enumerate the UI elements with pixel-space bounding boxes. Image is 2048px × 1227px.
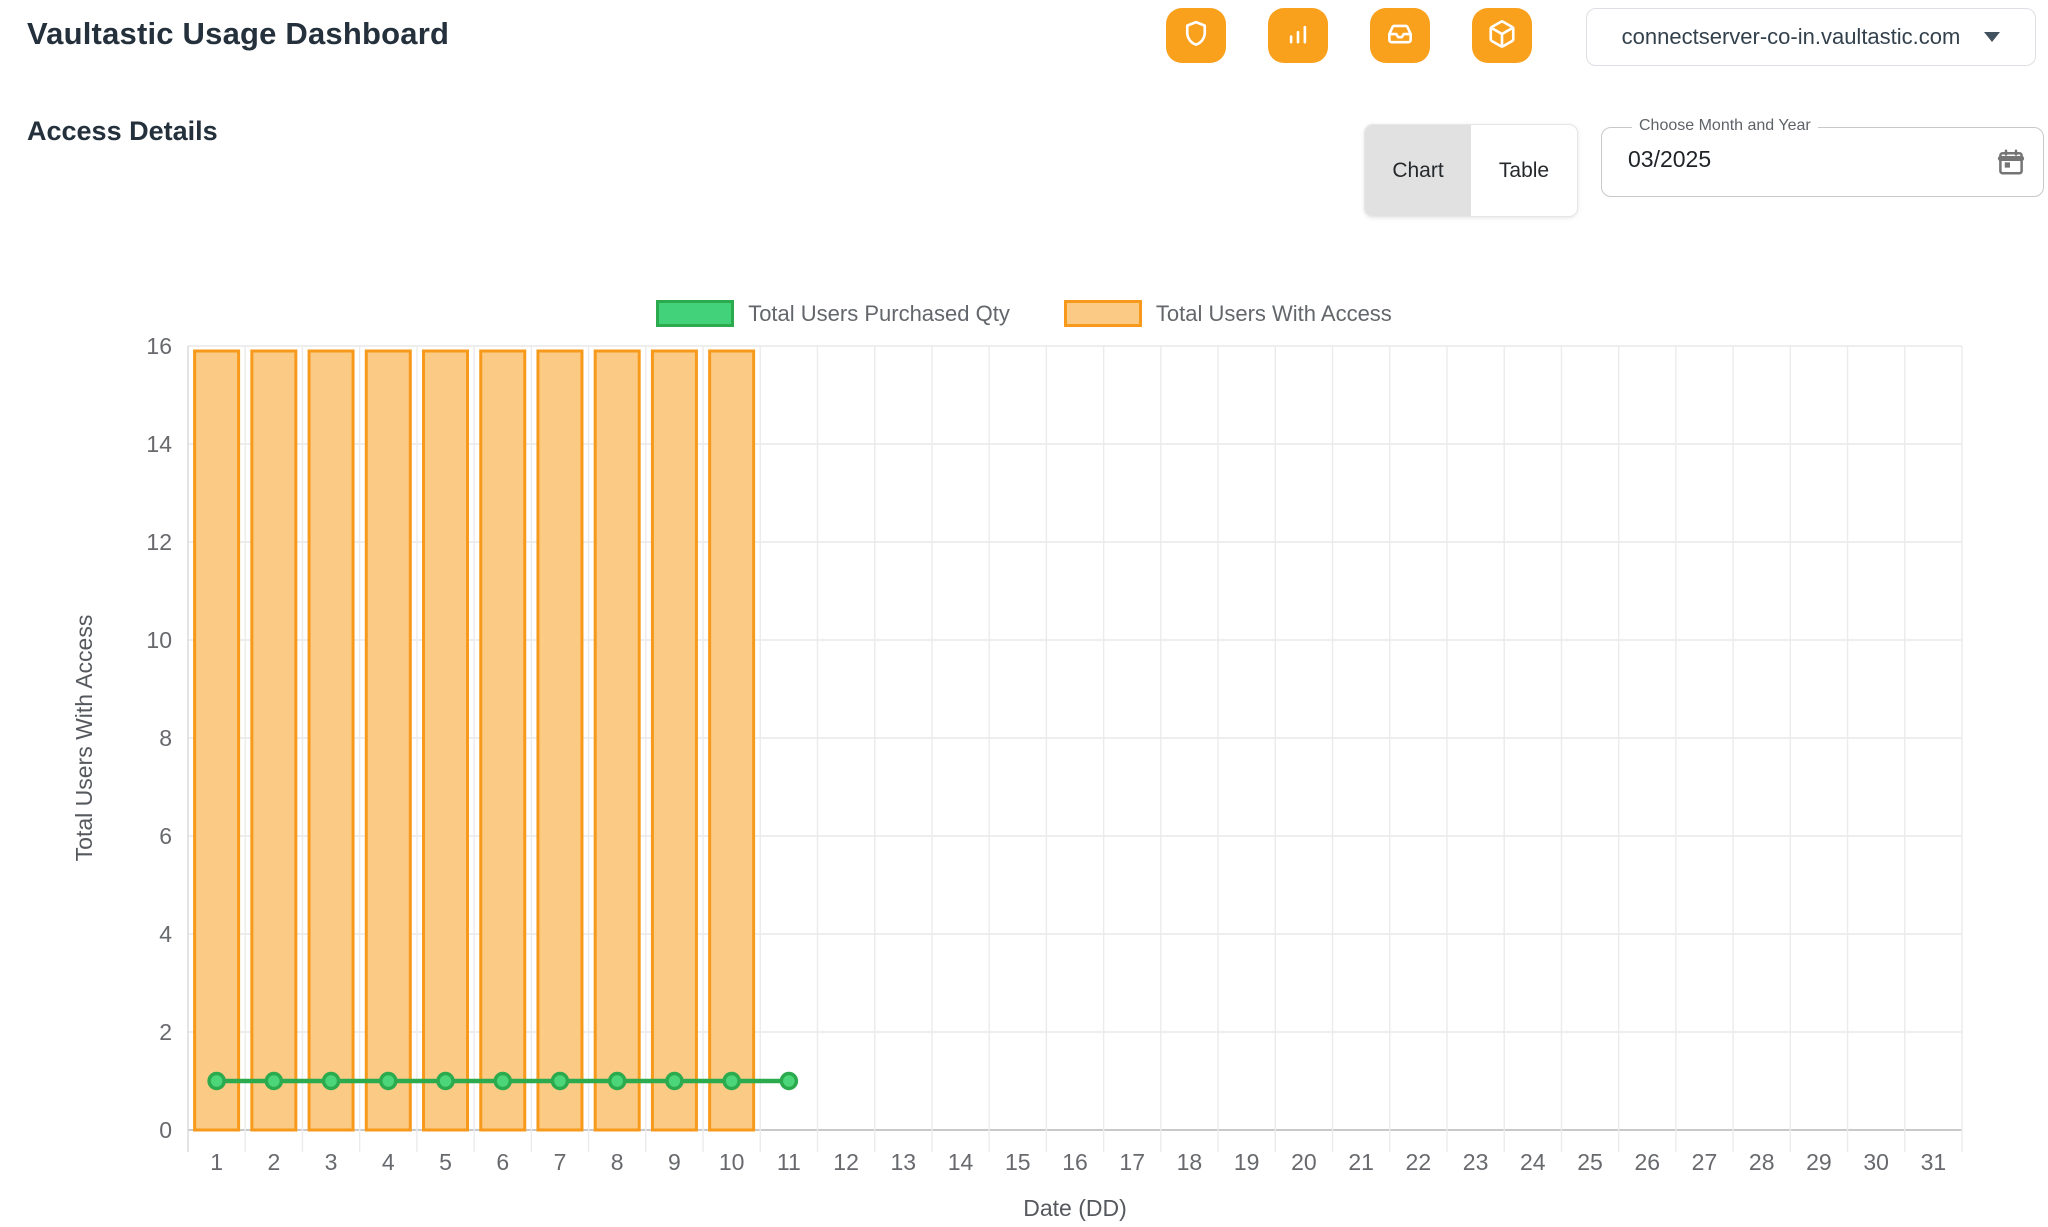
calendar-icon	[1996, 165, 2026, 180]
inbox-icon	[1385, 19, 1415, 52]
month-picker-field: Choose Month and Year	[1601, 127, 2044, 197]
svg-text:4: 4	[159, 921, 172, 947]
vaultastic-dashboard: Vaultastic Usage Dashboard	[0, 0, 2048, 1227]
svg-text:6: 6	[496, 1149, 509, 1175]
svg-text:18: 18	[1177, 1149, 1203, 1175]
svg-text:17: 17	[1119, 1149, 1145, 1175]
toggle-table-button[interactable]: Table	[1471, 125, 1577, 216]
svg-text:21: 21	[1348, 1149, 1374, 1175]
svg-text:4: 4	[382, 1149, 395, 1175]
toggle-chart-button[interactable]: Chart	[1365, 125, 1471, 216]
svg-text:2: 2	[159, 1019, 172, 1045]
domain-selector[interactable]: connectserver-co-in.vaultastic.com	[1586, 8, 2036, 66]
svg-text:19: 19	[1234, 1149, 1260, 1175]
svg-text:12: 12	[833, 1149, 859, 1175]
svg-text:27: 27	[1692, 1149, 1718, 1175]
svg-text:3: 3	[325, 1149, 338, 1175]
svg-text:14: 14	[948, 1149, 974, 1175]
svg-text:9: 9	[668, 1149, 681, 1175]
bar-chart-icon	[1283, 19, 1313, 52]
svg-text:22: 22	[1406, 1149, 1432, 1175]
view-toggle: Chart Table	[1364, 124, 1578, 217]
svg-text:13: 13	[891, 1149, 917, 1175]
svg-text:31: 31	[1921, 1149, 1947, 1175]
usage-chart: 0246810121416123456789101112131415161718…	[30, 290, 2018, 1225]
svg-text:25: 25	[1577, 1149, 1603, 1175]
svg-text:10: 10	[146, 627, 172, 653]
cube-nav-button[interactable]	[1472, 8, 1532, 63]
svg-text:16: 16	[1062, 1149, 1088, 1175]
shield-icon	[1181, 19, 1211, 52]
svg-text:7: 7	[554, 1149, 567, 1175]
svg-text:Date (DD): Date (DD)	[1023, 1195, 1127, 1221]
svg-text:10: 10	[719, 1149, 745, 1175]
cube-icon	[1487, 19, 1517, 52]
section-title: Access Details	[27, 116, 218, 147]
svg-text:23: 23	[1463, 1149, 1489, 1175]
svg-text:24: 24	[1520, 1149, 1546, 1175]
chevron-down-icon	[1984, 32, 2000, 42]
calendar-button[interactable]	[1991, 143, 2031, 183]
page-title: Vaultastic Usage Dashboard	[27, 16, 449, 52]
svg-text:16: 16	[146, 333, 172, 359]
month-picker-input[interactable]	[1628, 146, 1958, 173]
svg-text:26: 26	[1634, 1149, 1660, 1175]
svg-text:2: 2	[267, 1149, 280, 1175]
svg-text:0: 0	[159, 1117, 172, 1143]
svg-text:15: 15	[1005, 1149, 1031, 1175]
nav-icon-bar	[1166, 8, 1532, 63]
svg-text:8: 8	[611, 1149, 624, 1175]
svg-text:1: 1	[210, 1149, 223, 1175]
svg-text:20: 20	[1291, 1149, 1317, 1175]
svg-text:11: 11	[777, 1149, 801, 1175]
svg-text:5: 5	[439, 1149, 452, 1175]
month-picker-label: Choose Month and Year	[1632, 117, 1818, 135]
domain-selector-value: connectserver-co-in.vaultastic.com	[1622, 24, 1961, 50]
svg-text:29: 29	[1806, 1149, 1832, 1175]
bar-chart-nav-button[interactable]	[1268, 8, 1328, 63]
svg-text:8: 8	[159, 725, 172, 751]
svg-text:12: 12	[146, 529, 172, 555]
svg-text:30: 30	[1863, 1149, 1889, 1175]
svg-text:14: 14	[146, 431, 172, 457]
svg-text:6: 6	[159, 823, 172, 849]
shield-nav-button[interactable]	[1166, 8, 1226, 63]
inbox-nav-button[interactable]	[1370, 8, 1430, 63]
svg-text:28: 28	[1749, 1149, 1775, 1175]
svg-text:Total Users With Access: Total Users With Access	[71, 615, 97, 862]
